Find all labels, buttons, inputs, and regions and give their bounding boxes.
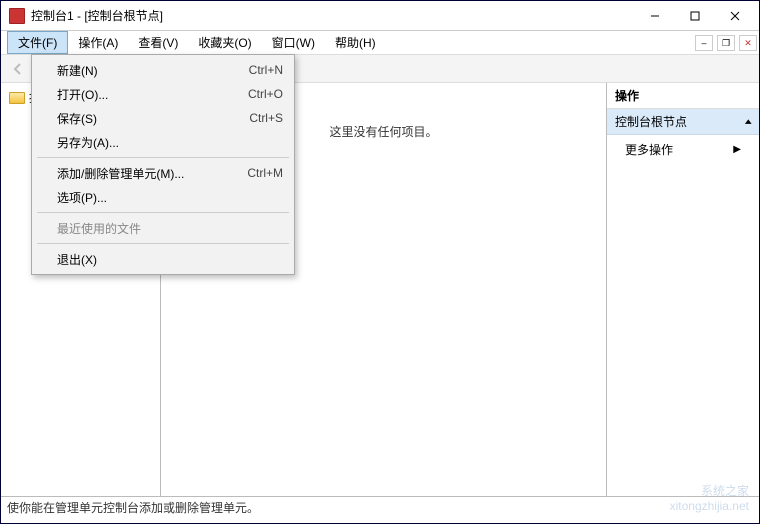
- maximize-button[interactable]: [675, 2, 715, 30]
- menu-action[interactable]: 操作(A): [68, 31, 128, 54]
- menu-file[interactable]: 文件(F): [7, 31, 68, 54]
- actions-panel: 操作 控制台根节点 ▴ 更多操作 ▶: [607, 83, 759, 496]
- menu-add-remove-snap-in[interactable]: 添加/删除管理单元(M)...Ctrl+M: [35, 161, 291, 185]
- more-actions-link[interactable]: 更多操作 ▶: [607, 135, 759, 164]
- empty-text: 这里没有任何项目。: [329, 123, 437, 140]
- menu-save[interactable]: 保存(S)Ctrl+S: [35, 106, 291, 130]
- statusbar: 使你能在管理单元控制台添加或删除管理单元。: [1, 496, 759, 518]
- titlebar: 控制台1 - [控制台根节点]: [1, 1, 759, 31]
- more-actions-label: 更多操作: [625, 141, 673, 158]
- menu-help[interactable]: 帮助(H): [325, 31, 386, 54]
- submenu-arrow-icon: ▶: [733, 144, 741, 155]
- menu-save-as[interactable]: 另存为(A)...: [35, 130, 291, 154]
- minimize-button[interactable]: [635, 2, 675, 30]
- back-button[interactable]: [7, 58, 29, 80]
- file-menu-dropdown: 新建(N)Ctrl+N 打开(O)...Ctrl+O 保存(S)Ctrl+S 另…: [31, 54, 295, 275]
- status-text: 使你能在管理单元控制台添加或删除管理单元。: [7, 499, 259, 516]
- app-icon: [9, 8, 25, 24]
- actions-section[interactable]: 控制台根节点 ▴: [607, 109, 759, 135]
- mdi-minimize-button[interactable]: –: [695, 35, 713, 51]
- menu-options[interactable]: 选项(P)...: [35, 185, 291, 209]
- mdi-restore-button[interactable]: ❐: [717, 35, 735, 51]
- collapse-icon: ▴: [745, 116, 752, 127]
- actions-section-label: 控制台根节点: [615, 113, 687, 130]
- menu-view[interactable]: 查看(V): [128, 31, 188, 54]
- close-button[interactable]: [715, 2, 755, 30]
- menu-open[interactable]: 打开(O)...Ctrl+O: [35, 82, 291, 106]
- actions-header: 操作: [607, 83, 759, 109]
- mdi-close-button[interactable]: ✕: [739, 35, 757, 51]
- menu-exit[interactable]: 退出(X): [35, 247, 291, 271]
- menu-favorites[interactable]: 收藏夹(O): [188, 31, 261, 54]
- menu-new[interactable]: 新建(N)Ctrl+N: [35, 58, 291, 82]
- menubar: 文件(F) 操作(A) 查看(V) 收藏夹(O) 窗口(W) 帮助(H) – ❐…: [1, 31, 759, 55]
- folder-icon: [9, 92, 25, 104]
- window-title: 控制台1 - [控制台根节点]: [31, 7, 635, 24]
- menu-recent-files: 最近使用的文件: [35, 216, 291, 240]
- menu-window[interactable]: 窗口(W): [262, 31, 325, 54]
